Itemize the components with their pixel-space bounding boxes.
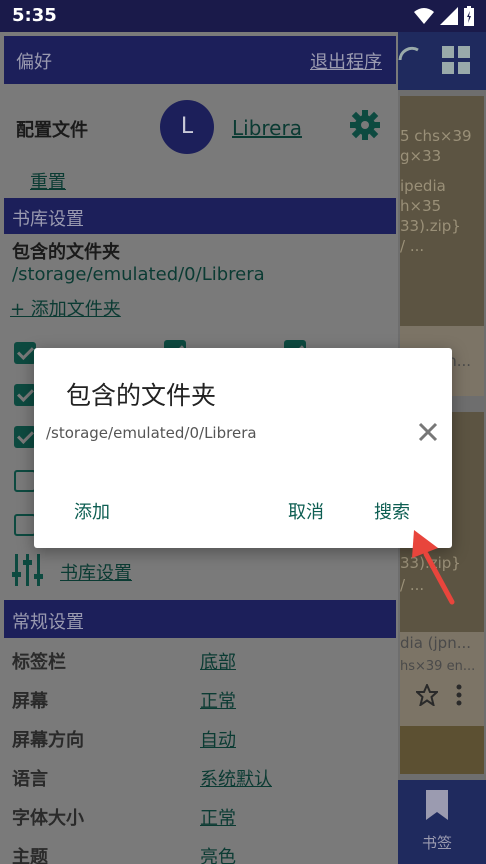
- included-folders-dialog: 包含的文件夹 /storage/emulated/0/Librera 添加 取消…: [34, 348, 452, 548]
- search-button[interactable]: 搜索: [374, 498, 410, 524]
- signal-icon: [440, 7, 458, 25]
- close-icon[interactable]: [416, 420, 440, 444]
- status-bar: 5:35: [0, 0, 486, 32]
- add-button[interactable]: 添加: [74, 498, 110, 524]
- status-time: 5:35: [12, 5, 57, 26]
- battery-icon: [464, 6, 474, 26]
- cancel-button[interactable]: 取消: [288, 498, 324, 524]
- status-icons: [414, 6, 474, 26]
- dialog-folder-path: /storage/emulated/0/Librera: [46, 424, 257, 442]
- annotation-arrow-icon: [412, 530, 455, 605]
- wifi-icon: [414, 8, 434, 24]
- dialog-title: 包含的文件夹: [66, 381, 217, 410]
